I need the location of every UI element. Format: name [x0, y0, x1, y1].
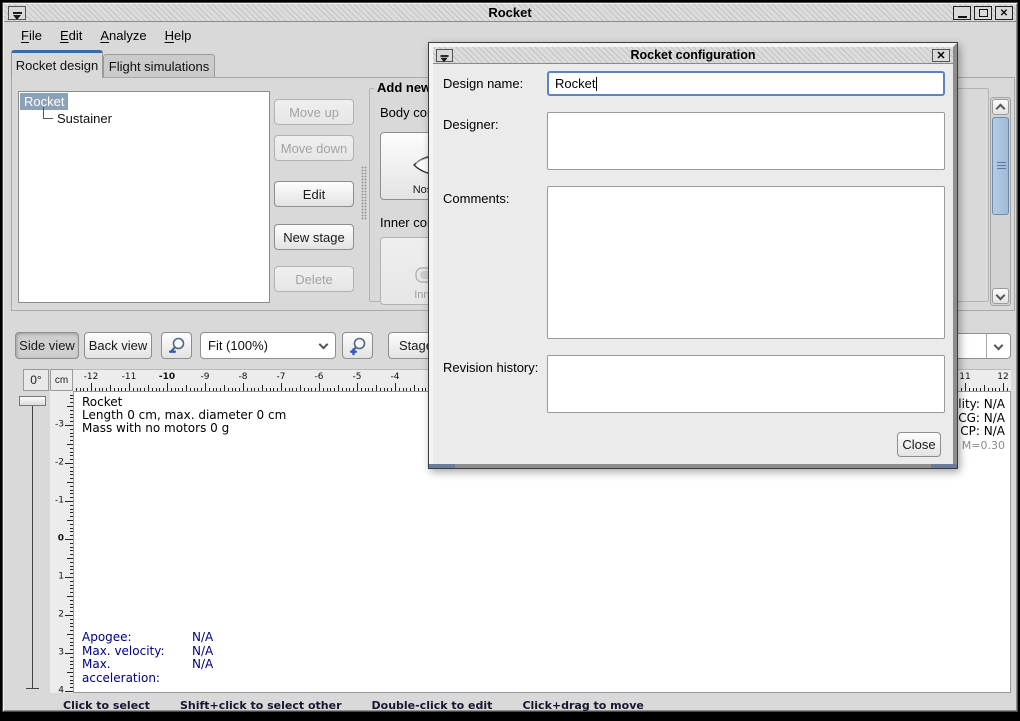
rotation-slider-track[interactable]	[32, 406, 33, 688]
maximize-button[interactable]	[974, 6, 992, 20]
designer-label: Designer:	[443, 117, 499, 132]
hint-click-select: Click to select	[63, 699, 150, 712]
revision-history-textarea[interactable]	[547, 355, 945, 413]
menu-help[interactable]: Help	[157, 26, 200, 45]
text-caret	[596, 77, 597, 91]
chevron-down-icon	[318, 340, 328, 350]
scrollbar-thumb[interactable]	[992, 117, 1009, 215]
close-button[interactable]: ✕	[995, 6, 1013, 20]
minimize-icon	[958, 16, 967, 18]
resize-handle-right[interactable]	[931, 464, 957, 468]
revision-history-label: Revision history:	[443, 360, 538, 375]
close-icon: ✕	[1000, 8, 1008, 19]
zoom-fit-value: Fit (100%)	[201, 338, 311, 353]
side-view-button[interactable]: Side view	[15, 332, 79, 359]
zoom-out-icon	[167, 336, 187, 356]
dialog-close-button[interactable]: ✕	[932, 49, 950, 62]
vertical-ruler: -3-2-101234	[50, 391, 73, 693]
menu-edit[interactable]: Edit	[52, 26, 90, 45]
splitter-grip[interactable]	[361, 166, 367, 220]
chevron-down-icon	[994, 340, 1004, 350]
rocket-info-text: Rocket Length 0 cm, max. diameter 0 cm M…	[82, 396, 286, 435]
statusbar: Click to select Shift+click to select ot…	[3, 696, 1019, 715]
tree-item-sustainer[interactable]: Sustainer	[55, 110, 114, 127]
add-panel-scrollbar[interactable]	[990, 97, 1011, 306]
menu-file[interactable]: File	[13, 26, 50, 45]
scrollbar-grip	[997, 162, 1006, 170]
move-down-button[interactable]: Move down	[274, 135, 354, 161]
delete-button[interactable]: Delete	[274, 266, 354, 292]
rocket-configuration-dialog: Rocket configuration ✕ Design name: Rock…	[428, 42, 958, 469]
dialog-content: Design name: Rocket Designer: Comments: …	[433, 64, 953, 464]
window-title: Rocket	[4, 5, 1016, 20]
back-view-button[interactable]: Back view	[84, 332, 152, 359]
minimize-button[interactable]	[953, 6, 971, 20]
ruler-unit-label: cm	[50, 369, 73, 391]
tab-flight-simulations[interactable]: Flight simulations	[103, 54, 215, 78]
design-name-input[interactable]: Rocket	[547, 71, 945, 96]
chevron-up-icon	[996, 104, 1006, 114]
menu-analyze[interactable]: Analyze	[92, 26, 154, 45]
chevron-down-icon	[996, 290, 1006, 300]
dialog-close-action-button[interactable]: Close	[897, 432, 941, 457]
zoom-in-icon	[348, 336, 368, 356]
hint-double-click: Double-click to edit	[372, 699, 493, 712]
zoom-in-button[interactable]	[342, 332, 373, 359]
resize-handle-left[interactable]	[429, 464, 455, 468]
close-icon: ✕	[936, 49, 945, 62]
flight-info-text: Apogee:N/A Max. velocity:N/A Max. accele…	[82, 631, 213, 685]
component-tree[interactable]: Rocket Sustainer	[18, 91, 270, 303]
dialog-title: Rocket configuration	[433, 48, 953, 62]
edit-button[interactable]: Edit	[274, 181, 354, 207]
dialog-titlebar[interactable]: Rocket configuration ✕	[433, 47, 953, 64]
tree-connector	[43, 107, 53, 119]
rotation-slider-handle[interactable]	[19, 396, 46, 406]
maximize-icon	[979, 9, 988, 17]
comments-textarea[interactable]	[547, 186, 945, 339]
hint-shift-click: Shift+click to select other	[180, 699, 342, 712]
rotation-angle-indicator: 0°	[23, 369, 49, 391]
new-stage-button[interactable]: New stage	[274, 224, 354, 250]
designer-textarea[interactable]	[547, 112, 945, 170]
scroll-up-button[interactable]	[992, 99, 1009, 115]
rotation-slider-foot	[26, 688, 39, 689]
window-titlebar[interactable]: Rocket ✕	[4, 4, 1016, 22]
move-up-button[interactable]: Move up	[274, 99, 354, 125]
hint-click-drag: Click+drag to move	[522, 699, 643, 712]
zoom-fit-combobox[interactable]: Fit (100%)	[200, 332, 336, 359]
comments-label: Comments:	[443, 191, 509, 206]
zoom-out-button[interactable]	[161, 332, 192, 359]
design-name-label: Design name:	[443, 76, 523, 91]
tab-rocket-design[interactable]: Rocket design	[11, 50, 103, 78]
scroll-down-button[interactable]	[992, 288, 1009, 304]
